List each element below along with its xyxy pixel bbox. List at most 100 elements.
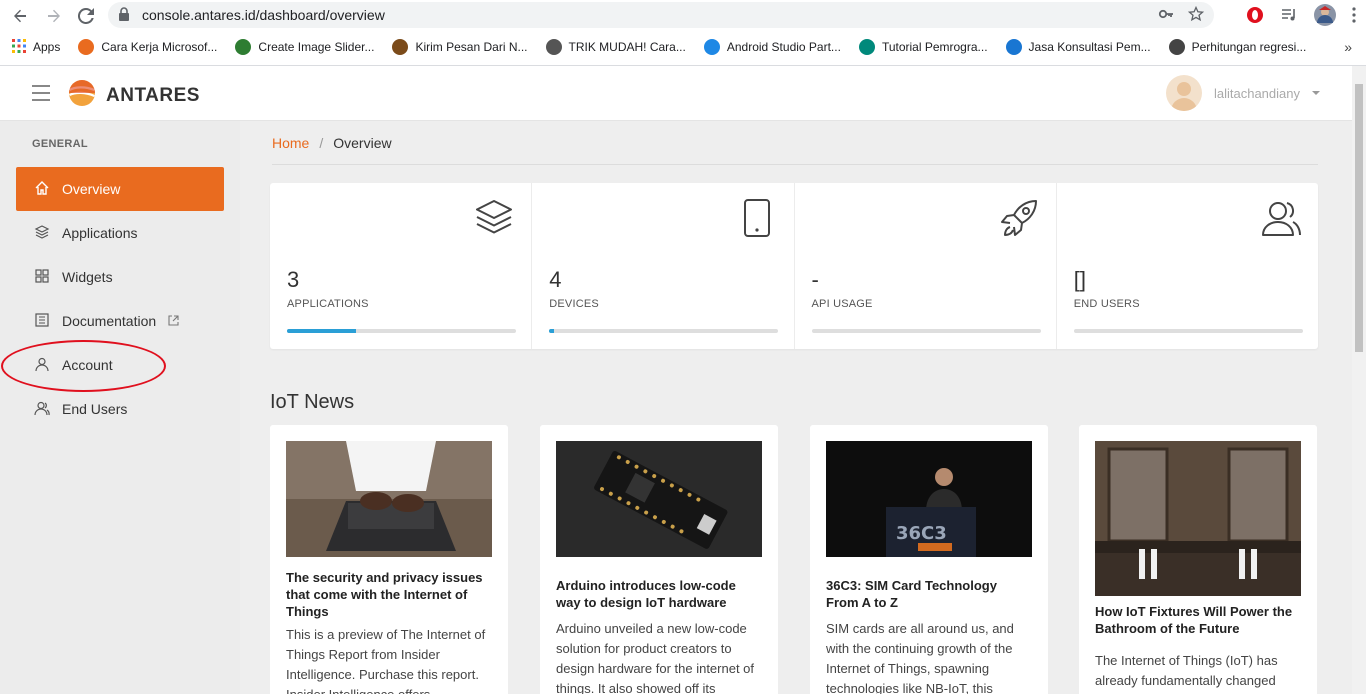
bookmark-apps[interactable]: Apps (12, 38, 61, 56)
stat-devices[interactable]: 4 DEVICES (532, 183, 795, 349)
news-card[interactable]: The security and privacy issues that com… (270, 425, 508, 694)
stat-progress-bar (811, 329, 1041, 333)
menu-kebab-icon[interactable] (1352, 7, 1356, 28)
address-bar[interactable]: console.antares.id/dashboard/overview (108, 2, 1214, 28)
news-card[interactable]: How IoT Fixtures Will Power the Bathroom… (1079, 425, 1317, 694)
bookmark-favicon-icon (392, 39, 409, 55)
news-headline[interactable]: 36C3: SIM Card Technology From A to Z (826, 577, 1032, 611)
user-menu[interactable]: lalitachandiany (1165, 75, 1320, 111)
page-scrollbar[interactable] (1352, 66, 1366, 694)
layers-icon (473, 197, 515, 244)
breadcrumb-home-link[interactable]: Home (272, 135, 309, 151)
bookmark-favicon-icon (703, 39, 720, 55)
sidebar-item-label: End Users (62, 401, 128, 417)
bookmark-label: Create Image Slider... (258, 40, 375, 54)
news-headline[interactable]: The security and privacy issues that com… (286, 569, 492, 620)
news-image (556, 441, 762, 557)
bookmark-item[interactable]: TRIK MUDAH! Cara... (545, 39, 686, 55)
sidebar: GENERAL Overview Applications Widgets Do… (0, 121, 240, 694)
users-icon (34, 400, 50, 419)
stat-progress-fill (549, 329, 554, 333)
stat-end-users[interactable]: [] END USERS (1057, 183, 1318, 349)
bookmark-item[interactable]: Android Studio Part... (703, 39, 841, 55)
stat-applications[interactable]: 3 APPLICATIONS (270, 183, 533, 349)
stat-value: [] (1073, 267, 1086, 292)
bookmark-item[interactable]: Kirim Pesan Dari N... (392, 39, 528, 55)
sidebar-item-applications[interactable]: Applications (16, 211, 224, 255)
news-summary: SIM cards are all around us, and with th… (826, 621, 1014, 694)
section-title: IoT News (270, 391, 355, 413)
bookmark-item[interactable]: Create Image Slider... (235, 39, 374, 55)
breadcrumb-separator: / (319, 135, 324, 151)
bookmarks-bar: Apps Cara Kerja Microsof... Create Image… (0, 34, 1366, 60)
chevron-down-icon (1312, 91, 1320, 95)
sidebar-item-label: Documentation (62, 313, 157, 329)
bookmark-item[interactable]: Perhitungan regresi... (1168, 39, 1306, 55)
news-headline[interactable]: Arduino introduces low-code way to desig… (556, 577, 762, 611)
reload-icon[interactable] (74, 4, 98, 28)
book-icon (34, 312, 50, 331)
stat-label: END USERS (1073, 298, 1140, 310)
bookmark-item[interactable]: Tutorial Pemrogra... (858, 39, 988, 55)
bookmark-label: TRIK MUDAH! Cara... (568, 40, 686, 54)
main-content: Home / Overview 3 APPLICATIONS 4 DEVICES… (240, 121, 1352, 694)
sidebar-item-label: Applications (62, 225, 138, 241)
stat-value: - (811, 267, 819, 292)
news-card[interactable]: 36C3 36C3: SIM Card Technology From A to… (810, 425, 1048, 694)
news-image (1095, 441, 1301, 596)
stat-value: 4 (549, 267, 562, 292)
sidebar-section-title: GENERAL (32, 138, 88, 150)
scrollbar-thumb[interactable] (1355, 84, 1363, 352)
app-header: ANTARES lalitachandiany (0, 66, 1352, 121)
stat-progress-bar (1073, 329, 1303, 333)
bookmark-favicon-icon (1168, 39, 1185, 55)
bookmark-label: Cara Kerja Microsof... (101, 40, 218, 54)
globe-icon (545, 39, 562, 55)
annotation-highlight-circle (1, 340, 166, 392)
breadcrumb: Home / Overview (272, 135, 392, 151)
rocket-icon (998, 197, 1040, 244)
sidebar-item-overview[interactable]: Overview (16, 167, 224, 211)
bookmark-label: Android Studio Part... (726, 40, 841, 54)
star-icon[interactable] (1187, 5, 1205, 27)
media-control-icon[interactable] (1280, 6, 1298, 29)
breadcrumb-current: Overview (333, 135, 392, 151)
news-headline[interactable]: How IoT Fixtures Will Power the Bathroom… (1095, 603, 1301, 637)
key-icon[interactable] (1158, 6, 1174, 27)
profile-avatar-icon[interactable] (1314, 4, 1336, 31)
external-link-icon (168, 313, 179, 329)
news-image: 36C3 (826, 441, 1032, 557)
browser-toolbar: console.antares.id/dashboard/overview Ap… (0, 0, 1366, 66)
bookmark-label: Kirim Pesan Dari N... (415, 40, 528, 54)
sidebar-item-documentation[interactable]: Documentation (16, 299, 224, 343)
layers-icon (34, 224, 50, 243)
sidebar-item-end-users[interactable]: End Users (16, 387, 224, 431)
username: lalitachandiany (1213, 85, 1300, 101)
stat-progress-bar (287, 329, 516, 333)
antares-logo[interactable]: ANTARES (68, 79, 200, 112)
bookmark-label: Tutorial Pemrogra... (881, 40, 988, 54)
news-summary: Arduino unveiled a new low-code solution… (556, 621, 755, 694)
opera-extension-icon[interactable] (1246, 6, 1264, 29)
stat-progress-bar (549, 329, 779, 333)
bookmark-label: Apps (33, 40, 61, 54)
bookmarks-overflow-button[interactable]: » (1344, 39, 1352, 55)
news-summary: The Internet of Things (IoT) has already… (1095, 653, 1278, 688)
bookmark-item[interactable]: Cara Kerja Microsof... (78, 39, 217, 55)
bookmark-favicon-icon (858, 39, 875, 55)
svg-text:36C3: 36C3 (896, 523, 947, 544)
forward-icon[interactable] (42, 4, 66, 28)
stat-label: DEVICES (549, 298, 599, 310)
stat-api-usage[interactable]: - API USAGE (795, 183, 1057, 349)
sidebar-item-widgets[interactable]: Widgets (16, 255, 224, 299)
antares-logo-icon (68, 79, 96, 112)
news-card[interactable]: Arduino introduces low-code way to desig… (540, 425, 778, 694)
stat-progress-fill (287, 329, 356, 333)
bookmark-item[interactable]: Jasa Konsultasi Pem... (1005, 39, 1151, 55)
users-icon (1260, 197, 1302, 244)
hamburger-menu-icon[interactable] (32, 85, 50, 101)
widgets-grid-icon (34, 268, 50, 287)
avatar (1165, 75, 1202, 111)
lock-icon (118, 7, 130, 26)
back-icon[interactable] (8, 4, 32, 28)
